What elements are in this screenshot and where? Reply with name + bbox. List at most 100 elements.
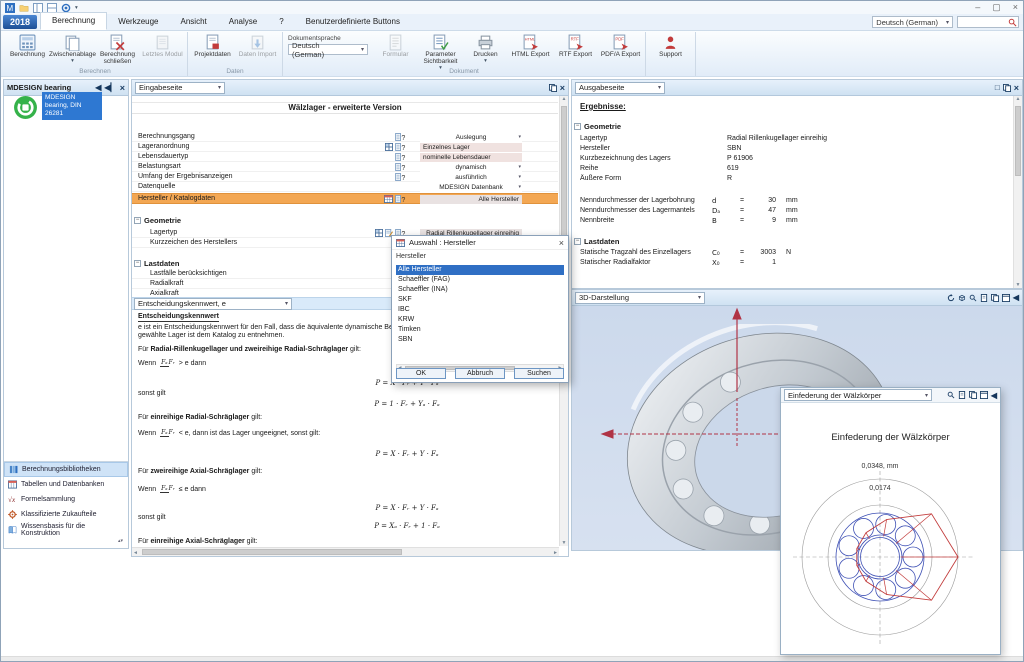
list-item-schaeffler-fag[interactable]: Schaeffler (FAG) [396,275,564,285]
tab-?[interactable]: ? [268,14,294,30]
projektdaten-button[interactable]: Projektdaten [190,33,235,58]
list-item-alle-hersteller[interactable]: Alle Hersteller [396,265,564,275]
page-icon[interactable] [980,294,988,302]
nav-more-icon[interactable]: ▴▾ [118,538,123,544]
tab-berechnung[interactable]: Berechnung [40,12,107,30]
support-button[interactable]: Support [648,33,693,58]
gear-icon[interactable] [61,3,71,13]
tree-item-selected[interactable]: MDESIGN bearing, DIN 26281 [42,92,102,120]
output-vertical-scrollbar[interactable]: ▲ ▼ [1013,96,1022,288]
tab-analyse[interactable]: Analyse [218,14,268,30]
dialog-title-bar[interactable]: Auswahl : Hersteller × [392,236,568,250]
tab-ansicht[interactable]: Ansicht [170,14,218,30]
layout-2-icon[interactable] [47,3,57,13]
text: < e, dann ist das Lager ungeeignet, sons… [177,430,320,437]
zoom-icon[interactable] [947,391,955,399]
pdf-a-export-button[interactable]: PDFPDF/A Export [598,33,643,58]
result-value: 9 [748,217,776,224]
close-button[interactable]: × [1013,1,1018,14]
parts-icon [8,510,17,519]
svg-text:√x: √x [8,496,16,504]
daten-import-button: Daten Import [235,33,280,58]
collapse-panel-icon[interactable]: ◀ [1013,293,1019,302]
search-button[interactable]: Suchen [514,368,564,379]
sidebar-item-label: Formelsammlung [21,496,75,503]
version-badge[interactable]: 2018 [3,15,37,29]
ribbon-group-label: Berechnen [3,68,187,75]
list-item-schaeffler-ina[interactable]: Schaeffler (INA) [396,285,564,295]
text: > e dann [177,360,206,367]
page-icon[interactable] [958,391,966,399]
collapse-all-left-icon[interactable]: ◀▏ [104,83,116,92]
collapse-panel-icon[interactable]: ◀ [991,391,997,400]
zoom-icon[interactable] [969,294,977,302]
window-controls: – ▢ × [975,1,1018,14]
fraction-denominator: Fᵣ [169,485,175,492]
library-icon [9,465,18,474]
ribbon-group-berechnen: BerechnungZwischenablage▾Berechnung schl… [3,32,188,76]
html-export-button[interactable]: HTMLHTML Export [508,33,553,58]
sidebar-item-formelsammlung[interactable]: √x Formelsammlung [4,492,128,507]
ok-button[interactable]: OK [396,368,446,379]
section-header-geometrie[interactable]: −Geometrie [574,122,621,131]
result-value: 619 [727,165,739,172]
text: Wenn [138,360,158,367]
collapse-left-icon[interactable]: ◀ [95,83,101,92]
berechnung-button[interactable]: Berechnung [5,33,50,58]
view-select[interactable]: 3D-Darstellung ▾ [575,292,705,304]
open-folder-icon[interactable] [19,3,29,13]
maximize-button[interactable]: ▢ [992,1,1001,14]
svg-text:PDF: PDF [615,36,624,41]
sidebar-item-tabellen-und-datenbanken[interactable]: Tabellen und Datenbanken [4,477,128,492]
window-icon[interactable] [980,391,988,399]
pdf-export-icon: PDF [612,34,629,51]
zwischenablage-button[interactable]: Zwischenablage▾ [50,33,95,64]
list-item-krw[interactable]: KRW [396,315,564,325]
list-item-sbn[interactable]: SBN [396,335,564,345]
drucken-button[interactable]: Drucken▾ [463,33,508,64]
cancel-button[interactable]: Abbruch [455,368,505,379]
window-icon[interactable] [1002,294,1010,302]
parameter-sichtbarkeit-button[interactable]: Parameter Sichtbarkeit▾ [418,33,463,71]
result-row-reihe: Reihe619 [572,165,1010,175]
quickbar-caret-icon[interactable]: ▾ [75,5,78,11]
button-label: Daten Import [239,51,277,58]
refresh-icon[interactable] [947,294,955,302]
result-label: Kurzbezeichnung des Lagers [580,155,671,162]
ribbon-groups: BerechnungZwischenablage▾Berechnung schl… [3,32,696,76]
mdesign-module-icon[interactable] [13,95,38,120]
input-horizontal-scrollbar[interactable]: ◄ ► [132,547,559,556]
copy-page-icon[interactable] [969,391,977,399]
tab-benutzerdefinierte-buttons[interactable]: Benutzerdefinierte Buttons [295,14,411,30]
copy-page-icon[interactable] [991,294,999,302]
deflection-polar-chart: 0,0348, mm0,0174 [781,454,1000,646]
view-select[interactable]: Einfederung der Wälzkörper ▾ [784,389,932,401]
fraction: FₐFᵣ [160,486,175,492]
list-item-ibc[interactable]: IBC [396,305,564,315]
sidebar-item-wissensbasis-für-die-konstruktion[interactable]: Wissensbasis für die Konstruktion [4,522,128,537]
search-input[interactable] [960,18,1008,27]
list-item-timken[interactable]: Timken [396,325,564,335]
result-label: Äußere Form [580,175,621,182]
berechnung-schließen-button[interactable]: Berechnung schließen [95,33,140,65]
close-panel-icon[interactable]: × [120,83,125,93]
sidebar-item-berechnungsbibliotheken[interactable]: Berechnungsbibliotheken [4,462,128,477]
collapse-box-icon[interactable]: − [574,123,581,130]
doc-heading: Entscheidungskennwert [138,313,219,322]
rtf-export-button[interactable]: RTFRTF Export [553,33,598,58]
ui-language-select[interactable]: Deutsch (German) ▾ [872,16,953,28]
list-item-skf[interactable]: SKF [396,295,564,305]
dialog-close-icon[interactable]: × [559,238,564,248]
document-language-select[interactable]: Deutsch (German)▾ [288,44,368,55]
search-icon[interactable] [1008,18,1017,27]
button-label: Berechnung schließen [95,51,140,65]
section-header-lastdaten[interactable]: −Lastdaten [574,237,619,246]
cube-icon[interactable] [958,294,966,302]
chart-window-header: Einfederung der Wälzkörper ▾ ◀ [781,388,1000,403]
tab-werkzeuge[interactable]: Werkzeuge [107,14,169,30]
sidebar-item-klassifizierte-zukaufteile[interactable]: Klassifizierte Zukaufteile [4,507,128,522]
minimize-button[interactable]: – [975,1,980,14]
collapse-box-icon[interactable]: − [574,238,581,245]
layout-icon[interactable] [33,3,43,13]
fraction: FₐFᵣ [160,360,175,366]
